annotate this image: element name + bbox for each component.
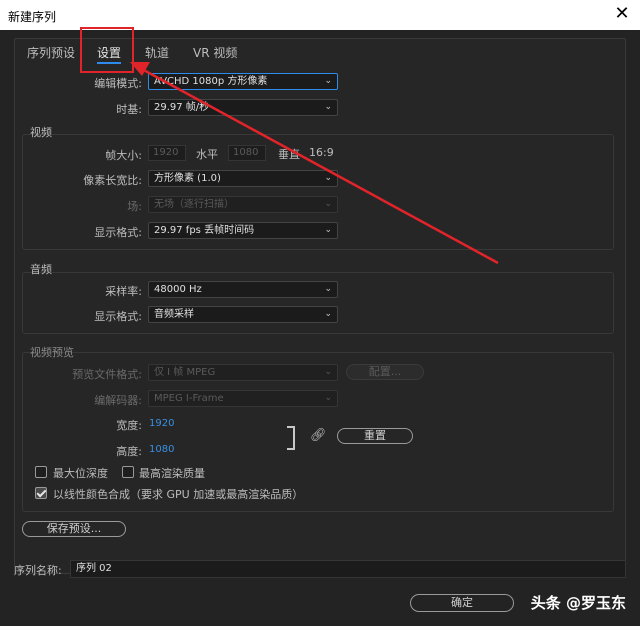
codec-label: 编解码器: [94, 394, 142, 407]
preview-height-value[interactable]: 1080 [149, 444, 174, 455]
sample-rate-select[interactable]: 48000 Hz ⌄ [148, 281, 338, 298]
field-select: 无场（逐行扫描） ⌄ [148, 196, 338, 213]
link-icon[interactable]: 🔗︎ [310, 428, 327, 443]
video-display-format-value: 29.97 fps 丢帧时间码 [154, 225, 255, 236]
preview-width-label: 宽度: [116, 419, 142, 432]
field-label: 场: [127, 200, 142, 213]
tab-tracks[interactable]: 轨道 [145, 44, 169, 61]
edit-mode-value: AVCHD 1080p 方形像素 [154, 76, 268, 87]
pixel-aspect-select[interactable]: 方形像素 (1.0) ⌄ [148, 170, 338, 187]
audio-display-format-value: 音频采样 [154, 309, 194, 320]
pixel-aspect-label: 像素长宽比: [83, 174, 142, 187]
chevron-down-icon: ⌄ [324, 284, 332, 294]
max-bit-depth-label: 最大位深度 [53, 467, 108, 480]
ok-button[interactable]: 确定 [410, 594, 514, 612]
chevron-down-icon: ⌄ [324, 367, 332, 377]
chevron-down-icon: ⌄ [324, 199, 332, 209]
video-display-format-select[interactable]: 29.97 fps 丢帧时间码 ⌄ [148, 222, 338, 239]
sample-rate-label: 采样率: [105, 285, 142, 298]
preview-file-format-label: 预览文件格式: [72, 368, 142, 381]
title-bar: 新建序列 ✕ [0, 0, 640, 30]
max-render-quality-checkbox[interactable] [122, 466, 134, 478]
preview-width-value[interactable]: 1920 [149, 418, 174, 429]
video-display-format-label: 显示格式: [94, 226, 142, 239]
linear-color-checkbox[interactable] [35, 487, 47, 499]
timebase-value: 29.97 帧/秒 [154, 102, 210, 113]
reset-button[interactable]: 重置 [337, 428, 413, 444]
audio-display-format-label: 显示格式: [94, 310, 142, 323]
frame-size-label: 帧大小: [105, 149, 142, 162]
save-preset-button[interactable]: 保存预设... [22, 521, 126, 537]
max-bit-depth-checkbox[interactable] [35, 466, 47, 478]
watermark-text: 头条 @罗玉东 [530, 594, 626, 612]
tab-vr-video[interactable]: VR 视频 [193, 44, 237, 61]
aspect-ratio-text: 16:9 [309, 146, 334, 159]
annotation-highlight-box [80, 27, 134, 73]
video-group-title: 视频 [30, 126, 52, 139]
aspect-link-bracket [287, 426, 295, 450]
frame-width-field[interactable]: 1920 [148, 145, 186, 161]
audio-group-title: 音频 [30, 263, 52, 276]
field-value: 无场（逐行扫描） [154, 199, 234, 210]
chevron-down-icon: ⌄ [324, 76, 332, 86]
frame-height-field[interactable]: 1080 [228, 145, 266, 161]
codec-value: MPEG I-Frame [154, 393, 224, 404]
tab-sequence-presets[interactable]: 序列预设 [27, 44, 75, 61]
vertical-label: 垂直 [278, 148, 300, 161]
sequence-name-input[interactable]: 序列 02 [70, 560, 626, 578]
sample-rate-value: 48000 Hz [154, 284, 202, 295]
preview-file-format-value: 仅 I 帧 MPEG [154, 367, 216, 378]
preview-file-format-select: 仅 I 帧 MPEG ⌄ [148, 364, 338, 381]
chevron-down-icon: ⌄ [324, 393, 332, 403]
audio-display-format-select[interactable]: 音频采样 ⌄ [148, 306, 338, 323]
configure-button: 配置... [346, 364, 424, 380]
preview-height-label: 高度: [116, 445, 142, 458]
video-preview-group-title: 视频预览 [30, 346, 74, 359]
sequence-name-label: 序列名称: [14, 564, 62, 577]
chevron-down-icon: ⌄ [324, 309, 332, 319]
edit-mode-select[interactable]: AVCHD 1080p 方形像素 ⌄ [148, 73, 338, 90]
timebase-select[interactable]: 29.97 帧/秒 ⌄ [148, 99, 338, 116]
chevron-down-icon: ⌄ [324, 102, 332, 112]
pixel-aspect-value: 方形像素 (1.0) [154, 173, 221, 184]
chevron-down-icon: ⌄ [324, 225, 332, 235]
edit-mode-label: 编辑模式: [94, 77, 142, 90]
window-title: 新建序列 [8, 10, 57, 24]
codec-select: MPEG I-Frame ⌄ [148, 390, 338, 407]
linear-color-label: 以线性颜色合成（要求 GPU 加速或最高渲染品质） [53, 488, 304, 501]
timebase-label: 时基: [116, 103, 142, 116]
max-render-quality-label: 最高渲染质量 [139, 467, 205, 480]
chevron-down-icon: ⌄ [324, 173, 332, 183]
horizontal-label: 水平 [196, 148, 218, 161]
close-icon[interactable]: ✕ [612, 4, 632, 24]
